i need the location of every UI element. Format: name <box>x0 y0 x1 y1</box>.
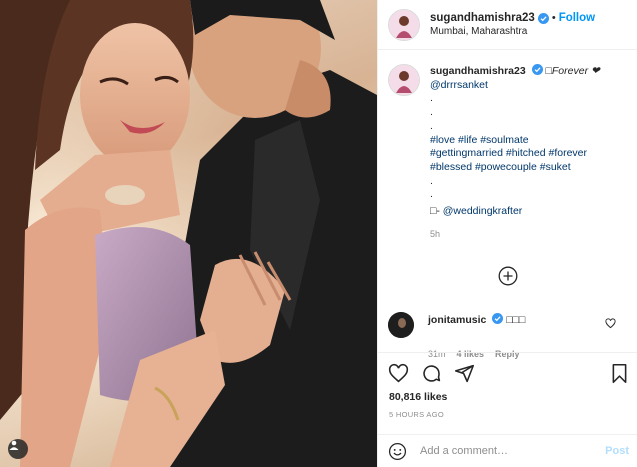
commenter-avatar[interactable] <box>388 312 414 338</box>
share-icon[interactable] <box>454 363 475 384</box>
caption-hashtags[interactable]: #gettingmarried #hitched #forever <box>430 147 628 161</box>
caption-dot: . <box>430 174 433 187</box>
post-sidebar: sugandhamishra23 • Follow Mumbai, Mahara… <box>377 0 637 467</box>
post-comment-button[interactable]: Post <box>605 445 629 457</box>
caption-username[interactable]: sugandhamishra23 <box>430 65 526 77</box>
caption-text: □Forever ❤ <box>545 65 600 77</box>
action-bar: 80,816 likes 5 HOURS AGO <box>378 352 637 422</box>
caption-avatar[interactable] <box>388 64 420 96</box>
heart-outline-icon[interactable] <box>605 318 616 329</box>
likes-count[interactable]: 80,816 likes <box>389 391 447 403</box>
post-photo[interactable] <box>0 0 377 467</box>
comment-text: □□□ <box>506 314 526 326</box>
commenter-username[interactable]: jonitamusic <box>428 314 486 326</box>
plus-circle-icon[interactable] <box>498 266 518 286</box>
caption-dot: . <box>430 188 433 201</box>
credit-prefix: □- <box>430 205 443 218</box>
emoji-icon[interactable] <box>388 442 407 461</box>
caption-hashtags[interactable]: #love #life #soulmate <box>430 134 628 148</box>
heart-outline-icon[interactable] <box>388 363 409 384</box>
save-button[interactable] <box>609 363 630 389</box>
bookmark-icon <box>612 363 627 384</box>
follow-button[interactable]: Follow <box>559 12 595 24</box>
post-modal: sugandhamishra23 • Follow Mumbai, Mahara… <box>0 0 637 467</box>
author-username[interactable]: sugandhamishra23 <box>430 12 535 24</box>
credit-mention[interactable]: @weddingkrafter <box>443 205 523 217</box>
caption-hashtags[interactable]: #blessed #powecouple #suket <box>430 161 628 175</box>
caption-dot: . <box>430 106 433 119</box>
caption-time[interactable]: 5h <box>430 228 628 242</box>
post-location[interactable]: Mumbai, Maharashtra <box>430 26 595 37</box>
caption-mention[interactable]: @drrrsanket <box>430 79 628 93</box>
separator-dot: • <box>551 12 556 24</box>
comment-input[interactable] <box>420 445 600 457</box>
verified-badge-icon <box>537 12 549 24</box>
caption: sugandhamishra23 □Forever ❤ @drrrsanket … <box>388 64 628 241</box>
photo-illustration <box>0 0 377 467</box>
comment-icon[interactable] <box>421 363 442 384</box>
caption-dot: . <box>430 119 433 132</box>
post-timestamp[interactable]: 5 HOURS AGO <box>389 410 444 419</box>
author-avatar[interactable] <box>388 8 420 41</box>
verified-badge-icon <box>531 64 543 75</box>
user-tag-icon <box>9 440 19 450</box>
post-header: sugandhamishra23 • Follow Mumbai, Mahara… <box>378 0 637 50</box>
add-comment-bar: Post <box>378 434 637 467</box>
caption-dot: . <box>430 92 433 105</box>
verified-badge-icon <box>492 313 504 324</box>
tagged-users-button[interactable] <box>8 439 28 459</box>
